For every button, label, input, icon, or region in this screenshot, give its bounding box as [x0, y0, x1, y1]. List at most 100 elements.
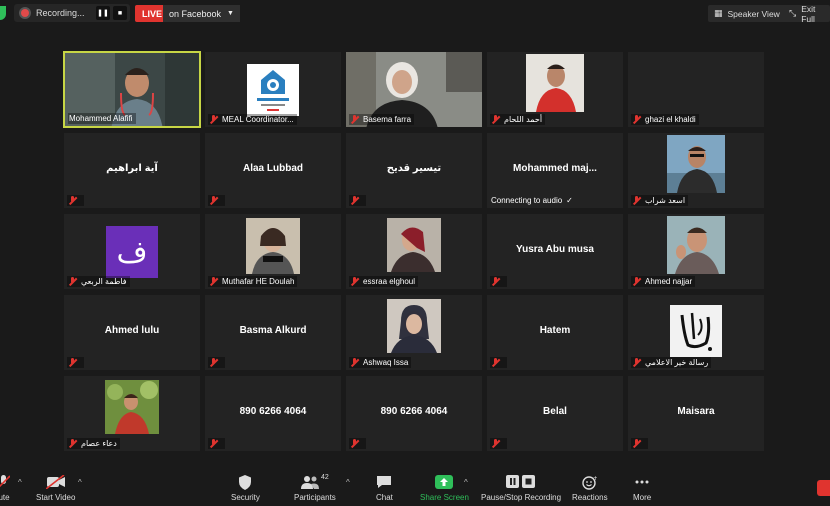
muted-mic-icon: [632, 196, 641, 205]
participant-name-label: Ashwaq Issa: [349, 357, 412, 368]
participant-display-name: Ahmed lulu: [104, 325, 160, 336]
calligraphy-logo: [670, 305, 722, 357]
participant-tile[interactable]: Muthafar HE Doulah: [204, 213, 342, 290]
muted-mic-icon: [350, 358, 359, 367]
participant-display-name: Alaa Lubbad: [242, 163, 303, 174]
participant-tile[interactable]: رسالة خير الاعلامي: [627, 294, 765, 371]
mute-button[interactable]: ute: [0, 474, 10, 502]
muted-mic-icon: [350, 196, 359, 205]
participant-tile[interactable]: Yusra Abu musa: [486, 213, 624, 290]
pause-recording-button[interactable]: ❚❚: [96, 6, 110, 20]
participant-tile[interactable]: 890 6266 4064: [204, 375, 342, 452]
participant-tile[interactable]: Ahmed lulu: [63, 294, 201, 371]
participant-name-label: [208, 438, 225, 449]
participant-name-label: [208, 357, 225, 368]
participants-count: 42: [321, 474, 329, 481]
security-button[interactable]: Security: [231, 474, 260, 502]
chat-button[interactable]: Chat: [376, 474, 393, 502]
chevron-down-icon: ▼: [227, 10, 234, 17]
participant-tile[interactable]: Mohammed maj... Connecting to audio ✓: [486, 132, 624, 209]
pause-stop-recording-label: Pause/Stop Recording: [481, 493, 562, 502]
muted-mic-icon: [632, 115, 641, 124]
more-dots-icon: [635, 474, 649, 490]
pause-stop-icon: [506, 474, 536, 490]
participant-tile[interactable]: ghazi el khaldi: [627, 51, 765, 128]
record-dot-icon: [21, 9, 29, 17]
speaker-view-button[interactable]: ▦ Speaker View: [708, 5, 786, 22]
participant-tile[interactable]: Basma Alkurd: [204, 294, 342, 371]
participant-tile[interactable]: اسعد شراب: [627, 132, 765, 209]
mute-label: ute: [0, 493, 10, 502]
svg-text:+: +: [593, 475, 597, 482]
reactions-label: Reactions: [572, 493, 608, 502]
check-icon: ✓: [566, 196, 573, 205]
video-options-caret[interactable]: ^: [78, 478, 82, 487]
participant-photo: [667, 216, 725, 274]
meeting-controls-toolbar: ute ^ Start Video ^ Security 42 Particip…: [0, 470, 830, 506]
participants-icon: 42: [301, 474, 329, 490]
participant-name-label: أحمد اللحام: [490, 114, 546, 125]
participant-tile[interactable]: 890 6266 4064: [345, 375, 483, 452]
muted-mic-icon: [632, 358, 641, 367]
exit-full-label: Exit Full: [801, 3, 816, 24]
participant-name-label: [67, 195, 84, 206]
share-screen-label: Share Screen: [420, 493, 469, 502]
participant-display-name: 890 6266 4064: [380, 406, 448, 417]
exit-fullscreen-button[interactable]: ⤡ Exit Full: [783, 3, 830, 24]
shield-icon[interactable]: [0, 6, 6, 20]
participant-photo: [667, 135, 725, 193]
participant-tile[interactable]: دعاء عصام: [63, 375, 201, 452]
audio-options-caret[interactable]: ^: [18, 478, 22, 487]
participant-tile[interactable]: Basema farra: [345, 51, 483, 128]
participant-tile[interactable]: Hatem: [486, 294, 624, 371]
participant-photo: [105, 380, 159, 434]
participants-options-caret[interactable]: ^: [346, 478, 350, 487]
participant-tile[interactable]: Ashwaq Issa: [345, 294, 483, 371]
participant-name-label: MEAL Coordinator...: [208, 114, 297, 125]
participant-status-label: Connecting to audio ✓: [491, 196, 573, 205]
share-options-caret[interactable]: ^: [464, 478, 468, 487]
muted-mic-icon: [68, 439, 77, 448]
participant-name-label: Mohammed Alafifi: [68, 113, 136, 124]
mic-muted-icon: [0, 474, 10, 490]
participant-tile[interactable]: تيسير قديح: [345, 132, 483, 209]
participant-tile[interactable]: Maisara: [627, 375, 765, 452]
participant-tile[interactable]: Belal: [486, 375, 624, 452]
participant-photo: [387, 299, 441, 353]
start-video-button[interactable]: Start Video: [36, 474, 75, 502]
live-target-dropdown[interactable]: on Facebook ▼: [163, 5, 240, 22]
participant-name-label: essraa elghoul: [349, 276, 419, 287]
more-button[interactable]: More: [633, 474, 651, 502]
participant-tile[interactable]: ف فاطمة الربعي: [63, 213, 201, 290]
participant-name-label: Muthafar HE Doulah: [208, 276, 298, 287]
participant-tile[interactable]: Ahmed najjar: [627, 213, 765, 290]
participant-tile[interactable]: Alaa Lubbad: [204, 132, 342, 209]
participants-button[interactable]: 42 Participants: [294, 474, 336, 502]
muted-mic-icon: [350, 277, 359, 286]
participant-tile[interactable]: آية ابراهيم: [63, 132, 201, 209]
participant-tile[interactable]: MEAL Coordinator...: [204, 51, 342, 128]
muted-mic-icon: [68, 196, 77, 205]
stop-recording-button[interactable]: ■: [113, 6, 127, 20]
pause-stop-recording-button[interactable]: Pause/Stop Recording: [481, 474, 561, 502]
participant-photo: [246, 218, 300, 274]
participant-tile[interactable]: essraa elghoul: [345, 213, 483, 290]
participant-tile[interactable]: أحمد اللحام: [486, 51, 624, 128]
participant-name-label: رسالة خير الاعلامي: [631, 357, 712, 368]
participant-photo: [387, 218, 441, 272]
participant-name-label: [67, 357, 84, 368]
muted-mic-icon: [209, 439, 218, 448]
muted-mic-icon: [209, 196, 218, 205]
participant-display-name: Hatem: [539, 325, 571, 336]
share-screen-button[interactable]: Share Screen: [420, 474, 469, 502]
participant-name-label: [208, 195, 225, 206]
muted-mic-icon: [491, 439, 500, 448]
reactions-button[interactable]: + Reactions: [572, 474, 608, 503]
organization-logo: [247, 64, 299, 116]
participant-name-label: [490, 357, 507, 368]
end-meeting-button[interactable]: [817, 480, 830, 496]
participant-initial-avatar: ف: [106, 226, 158, 278]
participant-tile[interactable]: Mohammed Alafifi: [63, 51, 201, 128]
participant-display-name: Yusra Abu musa: [516, 244, 594, 255]
muted-mic-icon: [209, 277, 218, 286]
